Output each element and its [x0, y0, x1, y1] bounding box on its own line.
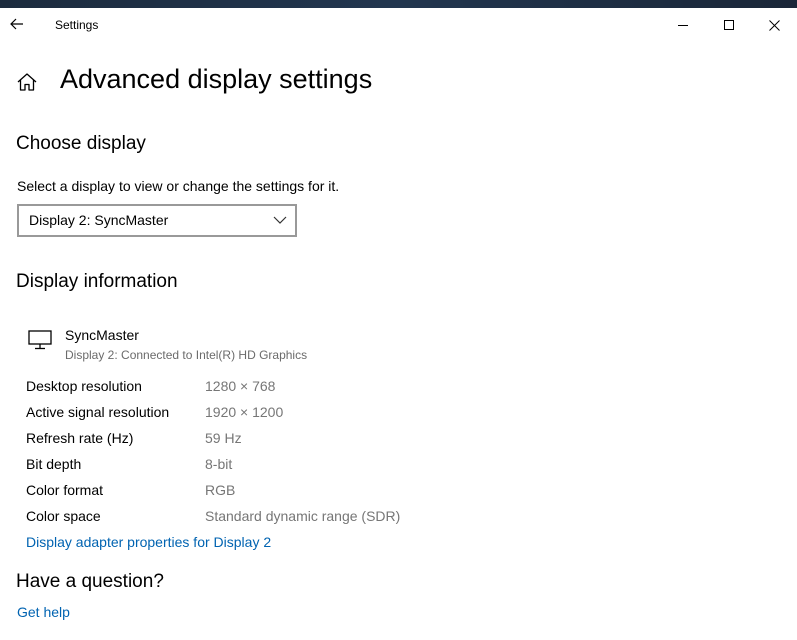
info-value: RGB	[205, 482, 236, 498]
info-label: Active signal resolution	[26, 404, 170, 420]
chevron-down-icon	[273, 216, 287, 224]
monitor-connection-info: Display 2: Connected to Intel(R) HD Grap…	[65, 348, 308, 362]
maximize-button[interactable]	[706, 8, 752, 42]
close-button[interactable]	[751, 8, 797, 42]
info-value: 1280 × 768	[205, 378, 276, 394]
page-title: Advanced display settings	[60, 64, 373, 94]
display-select-dropdown[interactable]: Display 2: SyncMaster	[17, 204, 297, 237]
app-title: Settings	[55, 18, 99, 32]
minimize-icon	[678, 25, 688, 26]
info-value: Standard dynamic range (SDR)	[205, 508, 401, 524]
close-icon	[768, 19, 780, 31]
info-value: 1920 × 1200	[205, 404, 284, 420]
settings-window: Settings Advanced display settings Choos…	[0, 0, 797, 640]
monitor-name: SyncMaster	[65, 327, 139, 343]
choose-display-description: Select a display to view or change the s…	[17, 178, 340, 194]
maximize-icon	[724, 20, 734, 30]
monitor-icon	[28, 330, 52, 350]
info-value: 8-bit	[205, 456, 233, 472]
info-label: Desktop resolution	[26, 378, 142, 394]
desktop-background-strip	[0, 0, 797, 8]
info-label: Color space	[26, 508, 101, 524]
minimize-button[interactable]	[660, 8, 706, 42]
info-value: 59 Hz	[205, 430, 242, 446]
have-a-question-heading: Have a question?	[16, 571, 164, 592]
display-information-heading: Display information	[16, 271, 178, 292]
back-button[interactable]	[4, 10, 30, 38]
info-label: Bit depth	[26, 456, 82, 472]
info-label: Refresh rate (Hz)	[26, 430, 134, 446]
display-select-value: Display 2: SyncMaster	[29, 212, 169, 228]
home-icon[interactable]	[16, 71, 38, 93]
choose-display-heading: Choose display	[16, 133, 146, 154]
back-arrow-icon	[10, 18, 23, 30]
info-label: Color format	[26, 482, 104, 498]
display-adapter-properties-link[interactable]: Display adapter properties for Display 2	[26, 534, 271, 550]
get-help-link[interactable]: Get help	[17, 604, 70, 620]
title-bar: Settings	[0, 8, 797, 42]
